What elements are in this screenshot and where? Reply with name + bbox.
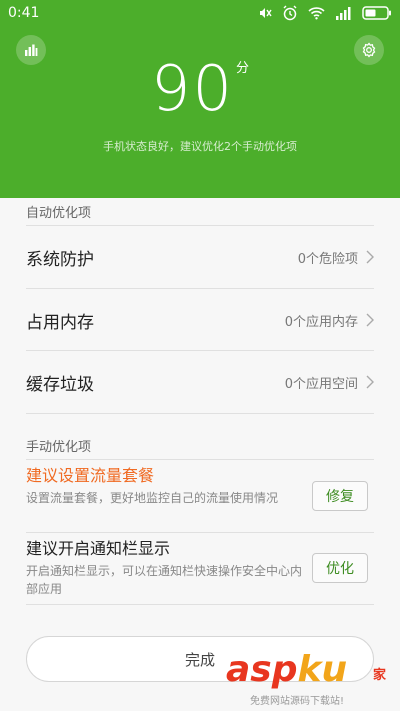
auto-item-value: 0个危险项 [297,251,358,267]
auto-item-right: 0个应用内存 [285,311,374,330]
manual-item-desc: 开启通知栏显示，可以在通知栏快速操作安全中心内部应用 [26,564,303,596]
chevron-right-icon [366,313,374,327]
score-unit: 分 [235,61,249,76]
auto-item-label: 占用内存 [26,312,94,333]
manual-item-desc: 设置流量套餐，更好地监控自己的流量使用情况 [26,491,279,505]
watermark-logo-b: ku [297,649,348,690]
manual-section-title: 手动优化项 [26,440,92,455]
auto-section-title: 自动优化项 [26,206,92,221]
signal-icon [336,7,351,20]
watermark-subtitle: 免费网站源码下载站! [250,696,345,707]
status-time: 0:41 [8,5,40,21]
optimize-button[interactable]: 优化 [312,553,368,583]
chevron-right-icon [366,375,374,389]
watermark-tag: 家 [372,668,386,683]
auto-item-cache[interactable]: 缓存垃圾 0个应用空间 [26,351,374,413]
divider [26,459,374,460]
watermark-logo: aspku 家 免费网站源码下载站! [226,650,386,708]
alarm-icon [283,5,297,21]
fix-button[interactable]: 修复 [312,481,368,511]
watermark-logo-text: aspku [226,650,347,690]
auto-item-value: 0个应用空间 [284,376,358,392]
status-summary: 手机状态良好，建议优化2个手动优化项 [103,140,297,153]
gear-icon [362,42,376,58]
score-number: 90 [151,52,234,125]
manual-item-data-plan: 建议设置流量套餐 设置流量套餐，更好地监控自己的流量使用情况 修复 [26,466,374,530]
score-header: 0:41 90 分 手机状态良好，建议优化2个手动优化项 [0,0,400,198]
auto-item-label: 缓存垃圾 [26,374,94,395]
score-display: 90 分 [0,58,400,120]
divider [26,604,374,605]
status-icons [256,5,392,21]
watermark-logo-a: asp [226,649,298,690]
battery-icon [362,6,391,20]
divider [26,532,374,533]
auto-item-right: 0个应用空间 [285,373,374,392]
wifi-icon [308,7,325,20]
status-bar: 0:41 [0,0,400,28]
auto-item-system-protection[interactable]: 系统防护 0个危险项 [26,226,374,288]
mute-icon [260,8,272,18]
divider [26,413,374,414]
chevron-right-icon [366,250,374,264]
bar-chart-icon [25,44,38,56]
auto-item-right: 0个危险项 [298,248,374,267]
auto-item-value: 0个应用内存 [284,314,358,330]
auto-item-label: 系统防护 [26,249,94,270]
manual-item-notification: 建议开启通知栏显示 开启通知栏显示，可以在通知栏快速操作安全中心内部应用 优化 [26,539,374,603]
auto-item-memory[interactable]: 占用内存 0个应用内存 [26,289,374,351]
